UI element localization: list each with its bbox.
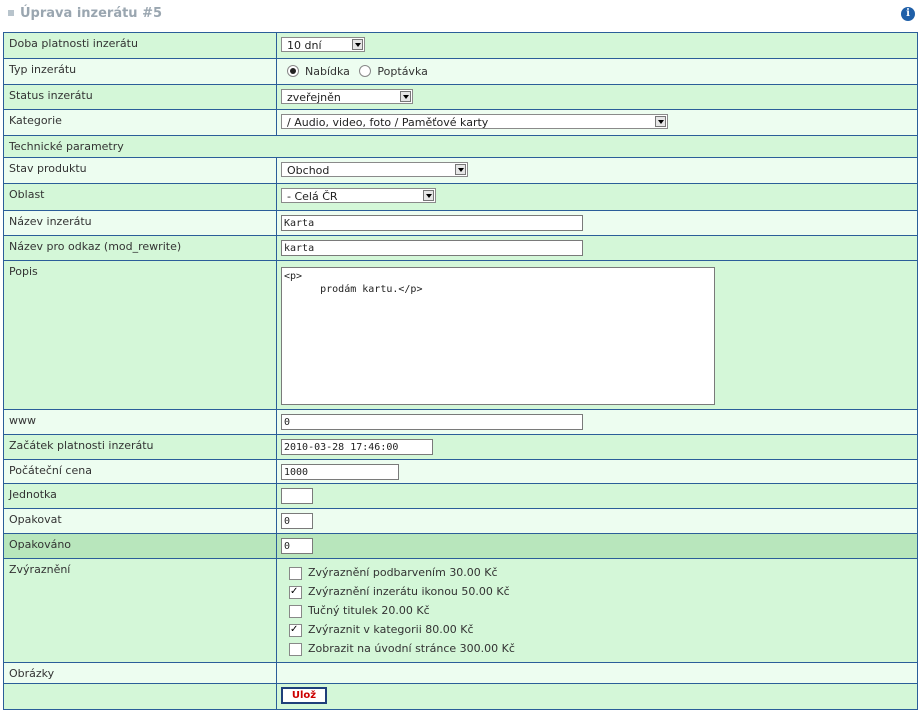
zvyrazneni-option-label: Zvýraznění podbarvením 30.00 Kč bbox=[308, 566, 498, 579]
radio-poptavka[interactable] bbox=[359, 65, 372, 77]
nazev-input[interactable]: Karta bbox=[281, 215, 583, 231]
label-popis: Popis bbox=[3, 260, 277, 410]
row-obrazky: Obrázky bbox=[3, 662, 918, 684]
zvyrazneni-checkbox-3[interactable] bbox=[289, 623, 302, 637]
page-header: Úprava inzerátu #5 i bbox=[0, 0, 921, 28]
zvyrazneni-checkbox-2[interactable] bbox=[289, 605, 302, 618]
label-opakovano: Opakováno bbox=[3, 533, 277, 559]
zvyrazneni-checkbox-0[interactable] bbox=[289, 567, 302, 580]
zvyrazneni-option-label: Zvýraznění inzerátu ikonou 50.00 Kč bbox=[308, 585, 510, 598]
label-status: Status inzerátu bbox=[3, 84, 277, 110]
row-jednotka: Jednotka bbox=[3, 483, 918, 509]
www-input[interactable]: 0 bbox=[281, 414, 583, 430]
doba-platnosti-select[interactable]: 10 dní bbox=[281, 37, 365, 52]
kategorie-value: / Audio, video, foto / Paměťové karty bbox=[287, 116, 489, 129]
status-select[interactable]: zveřejněn bbox=[281, 89, 413, 104]
label-technicke-parametry: Technické parametry bbox=[3, 135, 277, 158]
row-submit: Ulož bbox=[3, 683, 918, 710]
zacatek-input[interactable]: 2010-03-28 17:46:00 bbox=[281, 439, 433, 455]
label-nazev: Název inzerátu bbox=[3, 210, 277, 236]
label-odkaz: Název pro odkaz (mod_rewrite) bbox=[3, 235, 277, 261]
row-kategorie: Kategorie / Audio, video, foto / Paměťov… bbox=[3, 109, 918, 136]
page-title: Úprava inzerátu #5 bbox=[20, 6, 163, 21]
popis-textarea[interactable]: <p> prodám kartu.</p> bbox=[281, 267, 715, 405]
ad-edit-form: Doba platnosti inzerátu 10 dní Typ inzer… bbox=[3, 32, 918, 710]
row-odkaz: Název pro odkaz (mod_rewrite) karta bbox=[3, 235, 918, 261]
oblast-select[interactable]: - Celá ČR bbox=[281, 188, 436, 203]
row-oblast: Oblast - Celá ČR bbox=[3, 183, 918, 211]
cena-input[interactable]: 1000 bbox=[281, 464, 399, 480]
label-jednotka: Jednotka bbox=[3, 483, 277, 509]
zvyrazneni-option-label: Tučný titulek 20.00 Kč bbox=[308, 604, 430, 617]
info-icon[interactable]: i bbox=[901, 7, 915, 21]
label-stav: Stav produktu bbox=[3, 157, 277, 184]
chevron-down-icon bbox=[655, 116, 666, 127]
row-www: www 0 bbox=[3, 409, 918, 435]
label-opakovat: Opakovat bbox=[3, 508, 277, 534]
radio-poptavka-label: Poptávka bbox=[377, 65, 428, 78]
opakovat-input[interactable]: 0 bbox=[281, 513, 313, 529]
zvyrazneni-checkbox-1[interactable] bbox=[289, 585, 302, 599]
label-oblast: Oblast bbox=[3, 183, 277, 211]
row-nazev: Název inzerátu Karta bbox=[3, 210, 918, 236]
row-status: Status inzerátu zveřejněn bbox=[3, 84, 918, 110]
stav-value: Obchod bbox=[287, 164, 330, 177]
chevron-down-icon bbox=[400, 91, 411, 102]
opakovano-input[interactable]: 0 bbox=[281, 538, 313, 554]
chevron-down-icon bbox=[455, 164, 466, 175]
zvyrazneni-option: Zvýraznit v kategorii 80.00 Kč bbox=[281, 623, 917, 642]
zvyrazneni-option: Tučný titulek 20.00 Kč bbox=[281, 604, 917, 623]
row-zvyrazneni: Zvýraznění Zvýraznění podbarvením 30.00 … bbox=[3, 558, 918, 663]
zvyrazneni-option: Zvýraznění inzerátu ikonou 50.00 Kč bbox=[281, 585, 917, 604]
jednotka-input[interactable] bbox=[281, 488, 313, 504]
header-bullet-icon bbox=[8, 10, 14, 16]
zvyrazneni-option-label: Zobrazit na úvodní stránce 300.00 Kč bbox=[308, 642, 515, 655]
zvyrazneni-option: Zvýraznění podbarvením 30.00 Kč bbox=[281, 566, 917, 585]
row-doba-platnosti: Doba platnosti inzerátu 10 dní bbox=[3, 32, 918, 59]
oblast-value: - Celá ČR bbox=[287, 190, 338, 203]
stav-select[interactable]: Obchod bbox=[281, 162, 468, 177]
row-opakovano: Opakováno 0 bbox=[3, 533, 918, 559]
doba-platnosti-value: 10 dní bbox=[287, 39, 322, 52]
label-zvyrazneni: Zvýraznění bbox=[3, 558, 277, 663]
zvyrazneni-option: Zobrazit na úvodní stránce 300.00 Kč bbox=[281, 642, 917, 661]
label-cena: Počáteční cena bbox=[3, 459, 277, 484]
label-typ: Typ inzerátu bbox=[3, 58, 277, 85]
row-cena: Počáteční cena 1000 bbox=[3, 459, 918, 484]
zvyrazneni-option-label: Zvýraznit v kategorii 80.00 Kč bbox=[308, 623, 474, 636]
row-popis: Popis <p> prodám kartu.</p> bbox=[3, 260, 918, 410]
row-typ: Typ inzerátu Nabídka Poptávka bbox=[3, 58, 918, 85]
odkaz-input[interactable]: karta bbox=[281, 240, 583, 256]
label-obrazky: Obrázky bbox=[3, 662, 277, 684]
row-zacatek: Začátek platnosti inzerátu 2010-03-28 17… bbox=[3, 434, 918, 460]
radio-nabidka[interactable] bbox=[287, 65, 299, 77]
row-stav: Stav produktu Obchod bbox=[3, 157, 918, 184]
kategorie-select[interactable]: / Audio, video, foto / Paměťové karty bbox=[281, 114, 668, 129]
label-zacatek: Začátek platnosti inzerátu bbox=[3, 434, 277, 460]
label-kategorie: Kategorie bbox=[3, 109, 277, 136]
row-technicke-parametry: Technické parametry bbox=[3, 135, 918, 158]
label-doba-platnosti: Doba platnosti inzerátu bbox=[3, 32, 277, 59]
save-button[interactable]: Ulož bbox=[281, 687, 327, 704]
label-www: www bbox=[3, 409, 277, 435]
zvyrazneni-checkbox-4[interactable] bbox=[289, 643, 302, 656]
radio-nabidka-label: Nabídka bbox=[305, 65, 350, 78]
status-value: zveřejněn bbox=[287, 91, 341, 104]
chevron-down-icon bbox=[423, 190, 434, 201]
chevron-down-icon bbox=[352, 39, 363, 50]
row-opakovat: Opakovat 0 bbox=[3, 508, 918, 534]
